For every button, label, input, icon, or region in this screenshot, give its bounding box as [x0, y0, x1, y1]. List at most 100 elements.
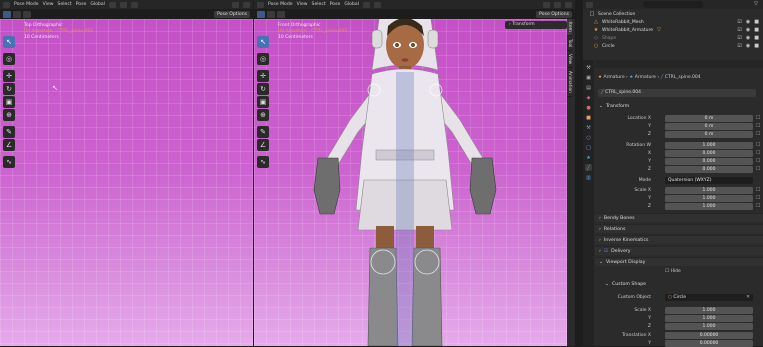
outliner-item-mesh[interactable]: △ WhiteRabbit_Mesh ☑ ◉ ■	[583, 18, 763, 26]
lock-icon[interactable]: ☐	[756, 115, 760, 121]
outliner-item-armature[interactable]: ★ WhiteRabbit_Armature ▽ ☑ ◉ ■	[583, 26, 763, 34]
inverse-kinematics-section[interactable]: › Inverse Kinematics	[595, 235, 763, 244]
lock-icon[interactable]: ☐	[756, 150, 760, 156]
xray-button[interactable]	[554, 1, 561, 8]
scale-tool-icon[interactable]: ▣	[3, 96, 15, 108]
pivot-button[interactable]	[363, 1, 370, 8]
tab-view[interactable]: View	[567, 51, 572, 69]
tool-tab-icon[interactable]: ⚒	[585, 64, 592, 71]
transform-orientation-dropdown[interactable]: Global	[344, 2, 359, 7]
eye-icon[interactable]: ◉	[746, 43, 750, 49]
scene-tab-icon[interactable]: ◈	[585, 94, 592, 101]
move-tool-icon[interactable]: ✛	[3, 70, 15, 82]
cursor-tool-icon[interactable]: ◎	[3, 53, 15, 65]
pose-options-button[interactable]: Pose Options	[214, 10, 250, 18]
tab-animation[interactable]: Animation	[567, 68, 572, 98]
lock-icon[interactable]: ☐	[756, 142, 760, 148]
outliner-item-circle[interactable]: ○ Circle ☑ ◉ ■	[583, 42, 763, 50]
bone-name-field[interactable]: ╱ CTRL_spine.004	[598, 89, 756, 97]
constraint-tab-icon[interactable]: □	[585, 144, 592, 151]
front-ortho-viewport[interactable]: Front Orthographic (0) Armature : CTRL_s…	[254, 19, 567, 346]
select-box-icon[interactable]	[3, 10, 11, 18]
scale-z-field[interactable]: 1.000	[665, 203, 753, 210]
menu-select[interactable]: Select	[58, 2, 72, 7]
bendy-bones-section[interactable]: › Bendy Bones	[595, 213, 763, 222]
shading-button[interactable]	[565, 1, 572, 8]
physics-tab-icon[interactable]: ○	[585, 134, 592, 141]
mode-dropdown[interactable]: Pose Mode	[14, 2, 39, 7]
rotation-x-field[interactable]: 0.000	[665, 150, 753, 157]
transform-section-header[interactable]: ⌄ Transform	[595, 102, 763, 111]
filter-icon[interactable]: ▽	[754, 1, 758, 7]
editor-type-button[interactable]	[586, 1, 593, 8]
pose-options-button[interactable]: Pose Options	[536, 10, 572, 18]
proportional-button[interactable]	[131, 1, 138, 8]
checkbox-icon[interactable]: ☑	[604, 249, 608, 254]
mode-dropdown[interactable]: Pose Mode	[268, 2, 293, 7]
translation-x-field[interactable]: 0.00000	[665, 332, 753, 339]
select-extend-icon[interactable]	[267, 10, 275, 18]
eye-icon[interactable]: ◉	[746, 19, 750, 25]
custom-shape-section[interactable]: ⌄ Custom Shape	[595, 280, 763, 289]
location-y-field[interactable]: 0 m	[665, 123, 753, 130]
delivery-section[interactable]: › ☑ Delivery	[595, 246, 763, 255]
lock-icon[interactable]: ☐	[756, 203, 760, 209]
rotation-w-field[interactable]: 1.000	[665, 142, 753, 149]
rotation-z-field[interactable]: 0.000	[665, 166, 753, 173]
rotation-y-field[interactable]: 0.000	[665, 158, 753, 165]
eye-icon[interactable]: ◉	[746, 35, 750, 41]
lock-icon[interactable]: ☐	[756, 195, 760, 201]
outliner-item-shape[interactable]: ◇ Shape ☑ ◉ ■	[583, 34, 763, 42]
modifier-tab-icon[interactable]: ⚒	[585, 124, 592, 131]
clear-icon[interactable]: ✕	[746, 294, 750, 300]
hide-checkbox[interactable]: ☐ Hide	[665, 269, 681, 274]
custom-scale-x-field[interactable]: 1.000	[665, 307, 753, 314]
custom-scale-z-field[interactable]: 1.000	[665, 323, 753, 330]
bone-tab-icon[interactable]: ╱	[585, 164, 592, 171]
checkbox-icon[interactable]: ☑	[737, 19, 741, 25]
area-divider[interactable]	[575, 0, 583, 346]
annotate-tool-icon[interactable]: ✎	[3, 126, 15, 138]
custom-object-field[interactable]: ○ Circle	[665, 294, 753, 301]
bone-constraint-tab-icon[interactable]: ▥	[585, 174, 592, 181]
transform-tool-icon[interactable]: ⊕	[3, 109, 15, 121]
checkbox-icon[interactable]: ☑	[737, 35, 741, 41]
top-ortho-viewport[interactable]: Top Orthographic (0) Armature : CTRL_spi…	[0, 19, 253, 346]
menu-view[interactable]: View	[43, 2, 54, 7]
data-tab-icon[interactable]: ★	[585, 154, 592, 161]
camera-icon[interactable]: ■	[754, 19, 759, 25]
scale-x-field[interactable]: 1.000	[665, 187, 753, 194]
menu-select[interactable]: Select	[312, 2, 326, 7]
lock-icon[interactable]: ☐	[756, 131, 760, 137]
camera-icon[interactable]: ■	[754, 43, 759, 49]
select-box-icon[interactable]	[257, 10, 265, 18]
measure-tool-icon[interactable]: ∠	[3, 139, 15, 151]
select-tool-icon[interactable]: ↖	[3, 36, 15, 48]
tab-tool[interactable]: Tool	[567, 36, 572, 52]
checkbox-icon[interactable]: ☑	[737, 43, 741, 49]
camera-icon[interactable]: ■	[754, 27, 759, 33]
render-tab-icon[interactable]: ▣	[585, 74, 592, 81]
relations-section[interactable]: › Relations	[595, 224, 763, 233]
rotate-tool-icon[interactable]: ↻	[3, 83, 15, 95]
scale-y-field[interactable]: 1.000	[665, 195, 753, 202]
editor-type-button[interactable]	[3, 1, 10, 8]
select-subtract-icon[interactable]	[23, 10, 31, 18]
overlays-button[interactable]	[543, 1, 550, 8]
pose-tool-icon[interactable]: ∿	[3, 156, 15, 168]
rotation-mode-dropdown[interactable]: Quaternion (WXYZ)	[665, 177, 753, 184]
camera-icon[interactable]: ■	[754, 35, 759, 41]
menu-view[interactable]: View	[297, 2, 308, 7]
editor-type-button[interactable]	[257, 1, 264, 8]
snap-button[interactable]	[374, 1, 381, 8]
shading-button[interactable]	[243, 1, 250, 8]
checkbox-icon[interactable]: ☑	[737, 27, 741, 33]
tab-item[interactable]: Item	[567, 19, 572, 36]
eye-icon[interactable]: ◉	[746, 27, 750, 33]
lock-icon[interactable]: ☐	[756, 158, 760, 164]
snap-button[interactable]	[120, 1, 127, 8]
lock-icon[interactable]: ☐	[756, 166, 760, 172]
object-tab-icon[interactable]: ■	[585, 114, 592, 121]
viewport-display-section[interactable]: ⌄ Viewport Display	[595, 257, 763, 266]
transform-orientation-dropdown[interactable]: Global	[90, 2, 105, 7]
